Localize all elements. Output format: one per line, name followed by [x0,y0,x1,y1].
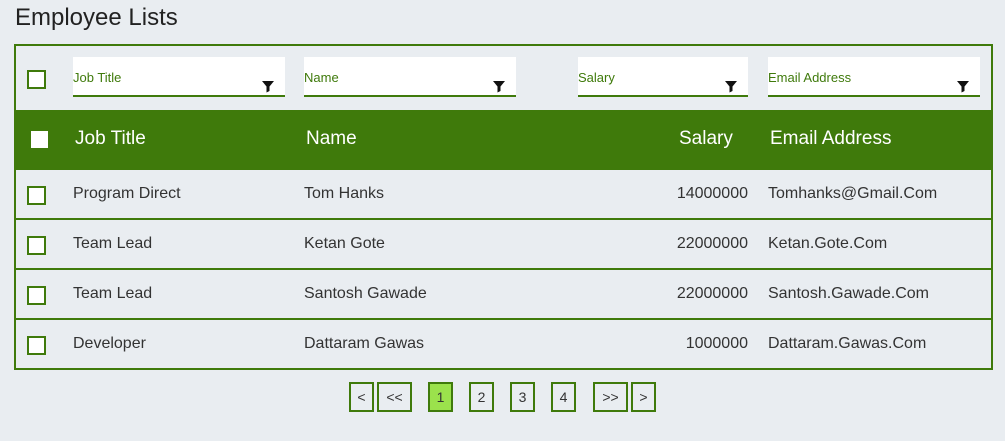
table-row[interactable]: Team Lead Santosh Gawade 22000000 Santos… [16,268,991,318]
cell-email: Ketan.Gote.Com [768,235,888,252]
column-header-email[interactable]: Email Address [770,110,891,168]
cell-job-title: Team Lead [73,235,153,252]
name-filter-placeholder: Name [304,70,339,85]
prev-page-button[interactable]: < [349,382,374,412]
cell-salary: 1000000 [685,335,748,352]
cell-email: Dattaram.Gawas.Com [768,335,927,352]
cell-salary: 22000000 [676,235,748,252]
cell-name: Ketan Gote [304,235,385,252]
column-header-salary[interactable]: Salary [679,110,733,168]
email-filter-placeholder: Email Address [768,70,852,85]
email-filter[interactable]: Email Address [768,57,980,97]
cell-name: Santosh Gawade [304,285,427,302]
name-filter[interactable]: Name [304,57,516,97]
cell-salary: 22000000 [676,285,748,302]
page-2-button[interactable]: 2 [469,382,494,412]
column-header-name[interactable]: Name [306,110,357,168]
row-checkbox[interactable] [27,336,46,355]
column-header-job-title[interactable]: Job Title [75,110,146,168]
filter-icon[interactable] [261,79,275,93]
page-title: Employee Lists [15,4,178,31]
row-checkbox[interactable] [27,286,46,305]
cell-salary: 14000000 [676,185,748,202]
filter-icon[interactable] [724,79,738,93]
job-title-filter-placeholder: Job Title [73,70,122,85]
row-checkbox[interactable] [27,186,46,205]
table-row[interactable]: Program Direct Tom Hanks 14000000 Tomhan… [16,168,991,218]
first-page-button[interactable]: << [377,382,412,412]
salary-filter[interactable]: Salary [578,57,748,97]
cell-email: Santosh.Gawade.Com [768,285,929,302]
salary-filter-placeholder: Salary [578,70,615,85]
filter-icon[interactable] [492,79,506,93]
table-header: Job Title Name Salary Email Address [16,110,991,168]
filter-row-checkbox[interactable] [27,70,46,89]
filter-row: Job Title Name Salary Email Address [16,46,991,110]
page-1-button[interactable]: 1 [428,382,453,412]
table-row[interactable]: Developer Dattaram Gawas 1000000 Dattara… [16,318,991,368]
job-title-filter[interactable]: Job Title [73,57,285,97]
cell-job-title: Team Lead [73,285,153,302]
cell-email: Tomhanks@Gmail.Com [768,185,938,202]
filter-icon[interactable] [956,79,970,93]
next-page-button[interactable]: > [631,382,656,412]
pagination: < << 1 2 3 4 >> > [0,382,1005,412]
table-row[interactable]: Team Lead Ketan Gote 22000000 Ketan.Gote… [16,218,991,268]
cell-job-title: Developer [73,335,146,352]
cell-name: Dattaram Gawas [304,335,425,352]
select-all-checkbox[interactable] [31,131,48,148]
employee-grid: Job Title Name Salary Email Address Job … [14,44,993,370]
cell-job-title: Program Direct [73,185,181,202]
row-checkbox[interactable] [27,236,46,255]
page-4-button[interactable]: 4 [551,382,576,412]
last-page-button[interactable]: >> [593,382,628,412]
page-3-button[interactable]: 3 [510,382,535,412]
cell-name: Tom Hanks [304,185,385,202]
